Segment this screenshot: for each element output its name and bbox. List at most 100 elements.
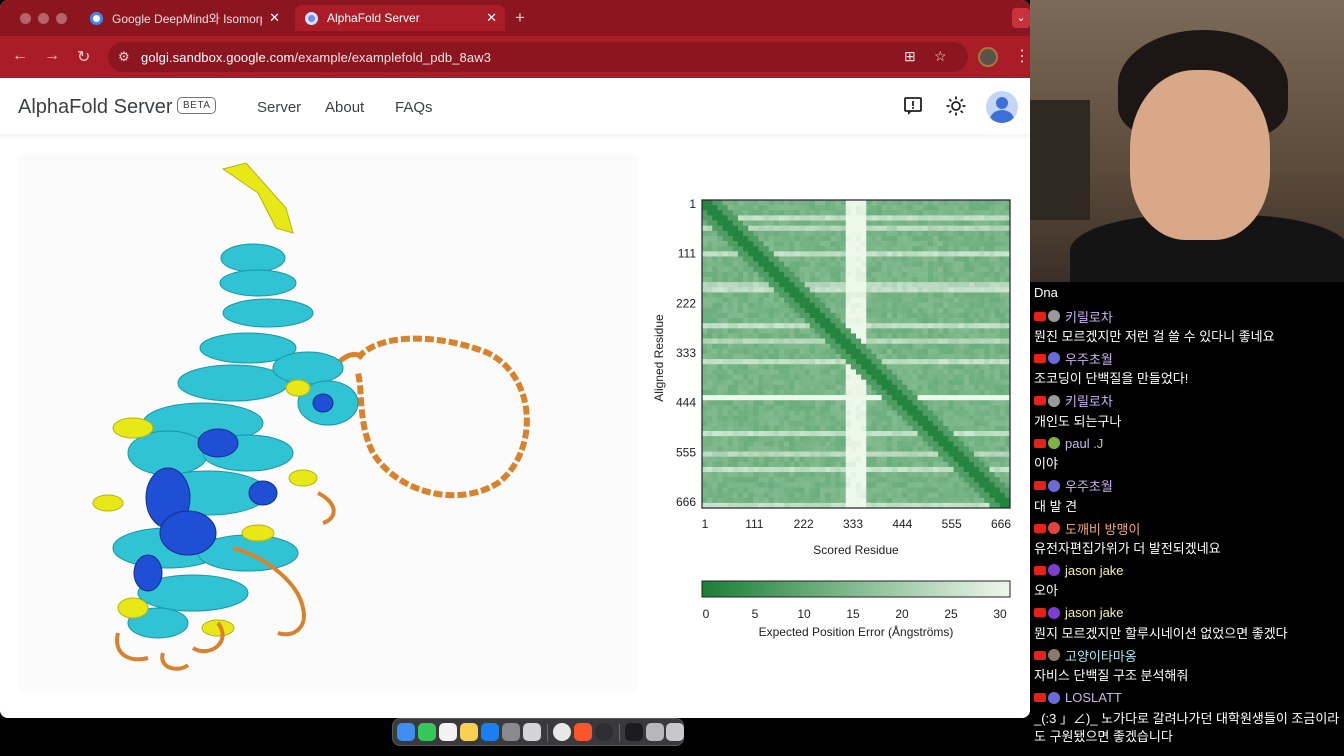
forward-arrow-icon[interactable]: → (44, 47, 60, 65)
structure-3d-viewer[interactable] (18, 153, 638, 693)
downloads-icon[interactable] (646, 723, 664, 741)
brand-title[interactable]: AlphaFold Server (18, 96, 173, 119)
chat-username: 도깨비 방맹이 (1065, 521, 1141, 537)
pae-cell (907, 364, 913, 370)
launchpad-icon[interactable] (523, 723, 541, 741)
pae-cell (840, 477, 847, 483)
window-minimize-control[interactable] (38, 13, 49, 24)
pae-cell (871, 395, 877, 401)
pae-cell (743, 241, 749, 247)
tab-close-icon[interactable]: ✕ (269, 10, 280, 26)
pae-cell (789, 400, 795, 406)
pae-cell (953, 225, 959, 232)
pae-cell (907, 348, 913, 355)
pae-cell (897, 359, 903, 365)
pae-cell (789, 415, 795, 422)
pae-cell (974, 200, 980, 206)
pae-cell (825, 266, 831, 273)
pae-cell (717, 425, 723, 432)
reload-icon[interactable]: ↻ (77, 47, 90, 67)
pae-cell (907, 425, 913, 432)
new-tab-button[interactable]: + (515, 8, 525, 28)
pae-cell (763, 441, 770, 447)
pae-cell (707, 446, 713, 452)
tab-search-chevron-icon[interactable]: ⌄ (1012, 8, 1030, 28)
calendar-icon[interactable] (439, 723, 457, 741)
pae-cell (871, 200, 877, 206)
settings-icon[interactable] (502, 723, 520, 741)
pae-cell (943, 410, 949, 416)
window-zoom-control[interactable] (56, 13, 67, 24)
pae-cell (748, 256, 754, 262)
pae-cell (866, 482, 872, 488)
messages-icon[interactable] (418, 723, 436, 741)
pae-cell (758, 318, 764, 324)
pae-cell (707, 415, 713, 422)
pae-cell (861, 384, 867, 391)
nav-about[interactable]: About (325, 99, 364, 116)
finder-icon[interactable] (397, 723, 415, 741)
brave-icon[interactable] (574, 723, 592, 741)
pae-cell (784, 328, 790, 334)
bookmark-star-icon[interactable]: ☆ (934, 48, 947, 65)
pae-cell (804, 271, 811, 278)
obs-icon[interactable] (595, 723, 613, 741)
pae-cell (840, 277, 847, 283)
pae-cell (876, 215, 882, 221)
pae-cell (984, 205, 990, 211)
trash-icon[interactable] (666, 723, 684, 741)
google-favicon-icon (90, 11, 103, 25)
pae-cell (979, 436, 985, 442)
pae-cell (763, 318, 770, 324)
pae-cell (876, 251, 882, 257)
tab-alphafold-server[interactable]: AlphaFold Server ✕ (295, 5, 505, 31)
chrome-icon[interactable] (553, 723, 571, 741)
translate-icon[interactable]: ⊞ (904, 48, 916, 65)
window-close-control[interactable] (20, 13, 31, 24)
notes-icon[interactable] (460, 723, 478, 741)
pae-cell (758, 354, 764, 360)
pae-cell (994, 241, 1001, 247)
browser-menu-icon[interactable]: ⋮ (1014, 46, 1030, 66)
pae-cell (794, 230, 800, 237)
app-icon[interactable] (625, 723, 643, 741)
site-settings-icon[interactable]: ⚙ (118, 49, 130, 65)
pae-cell (712, 472, 718, 478)
address-bar[interactable]: ⚙ golgi.sandbox.google.com/example/examp… (108, 42, 968, 72)
pae-cell (922, 292, 929, 298)
pae-cell (763, 348, 770, 355)
pae-cell (727, 312, 734, 319)
pae-cell (953, 384, 959, 391)
nav-faqs[interactable]: FAQs (395, 99, 433, 116)
pae-cell (866, 451, 872, 457)
pae-cell (902, 246, 908, 252)
app-store-icon[interactable] (481, 723, 499, 741)
back-arrow-icon[interactable]: ← (12, 47, 28, 65)
url-text[interactable]: golgi.sandbox.google.com/example/example… (141, 50, 491, 65)
pae-cell (861, 266, 867, 273)
tab-close-icon[interactable]: ✕ (486, 10, 497, 26)
tab-google-deepmind[interactable]: Google DeepMind와 Isomorph ✕ (80, 5, 288, 31)
pae-cell (897, 446, 903, 452)
pae-cell (948, 405, 954, 411)
pae-cell (850, 225, 857, 232)
pae-cell (835, 405, 841, 411)
pae-cell (727, 256, 734, 262)
pae-cell (712, 379, 718, 386)
pae-cell (753, 261, 759, 268)
pae-cell (958, 205, 965, 211)
browser-window: Google DeepMind와 Isomorph ✕ AlphaFold Se… (0, 0, 1030, 718)
pae-cell (722, 384, 728, 391)
pae-cell (912, 379, 918, 386)
pae-heatmap[interactable] (702, 200, 1011, 509)
nav-server[interactable]: Server (257, 99, 301, 116)
pae-cell (856, 292, 862, 298)
browser-profile-avatar[interactable] (978, 47, 998, 67)
pae-cell (933, 348, 939, 355)
pae-cell (886, 384, 893, 391)
pae-cell (999, 441, 1006, 447)
pae-cell (989, 389, 995, 396)
pae-cell (809, 256, 816, 262)
pae-cell (820, 374, 826, 380)
pae-cell (732, 400, 739, 406)
